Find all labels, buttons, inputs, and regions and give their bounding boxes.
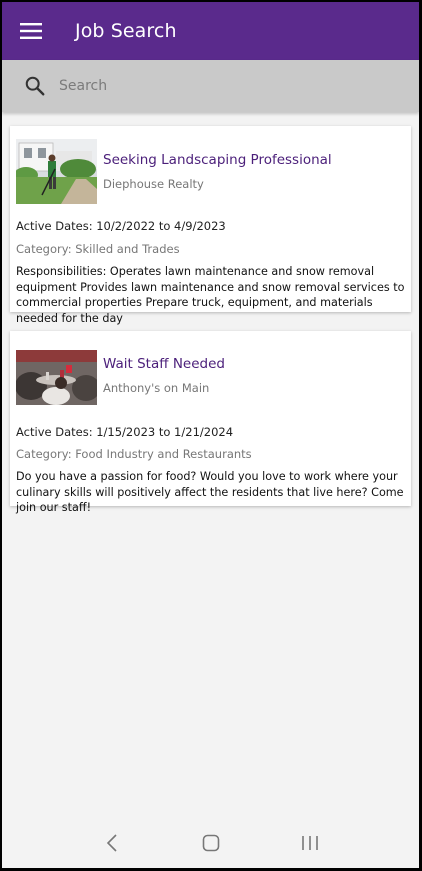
menu-button[interactable] — [2, 2, 60, 60]
job-card[interactable]: Seeking Landscaping Professional Diephou… — [10, 126, 411, 325]
home-icon — [202, 834, 219, 852]
app-bar: Job Search — [2, 2, 419, 60]
job-category: Category: Food Industry and Restaurants — [16, 447, 252, 461]
search-icon[interactable] — [24, 75, 46, 97]
job-thumbnail — [16, 350, 97, 405]
recents-icon — [301, 836, 318, 850]
app-screen: Job Search Search Seeking Landscaping Pr… — [2, 2, 419, 868]
job-description: Responsibilities: Operates lawn maintena… — [16, 265, 405, 325]
job-category: Category: Skilled and Trades — [16, 242, 180, 256]
job-card[interactable]: Wait Staff Needed Anthony's on Main Acti… — [10, 331, 411, 514]
job-description: Do you have a passion for food? Would yo… — [16, 470, 404, 514]
system-nav-bar — [2, 818, 419, 868]
back-icon — [106, 834, 117, 852]
recents-button[interactable] — [290, 828, 330, 858]
job-title[interactable]: Seeking Landscaping Professional — [103, 152, 332, 168]
job-active-dates: Active Dates: 10/2/2022 to 4/9/2023 — [16, 219, 226, 233]
job-title[interactable]: Wait Staff Needed — [103, 356, 225, 372]
job-company: Anthony's on Main — [103, 381, 210, 395]
search-input[interactable] — [59, 78, 379, 94]
page-title: Job Search — [75, 20, 177, 42]
back-button[interactable] — [92, 828, 132, 858]
job-thumbnail — [16, 139, 97, 204]
job-active-dates: Active Dates: 1/15/2023 to 1/21/2024 — [16, 425, 234, 439]
search-bar — [2, 60, 419, 112]
home-button[interactable] — [191, 828, 231, 858]
job-company: Diephouse Realty — [103, 177, 204, 191]
hamburger-menu-icon — [20, 23, 42, 39]
